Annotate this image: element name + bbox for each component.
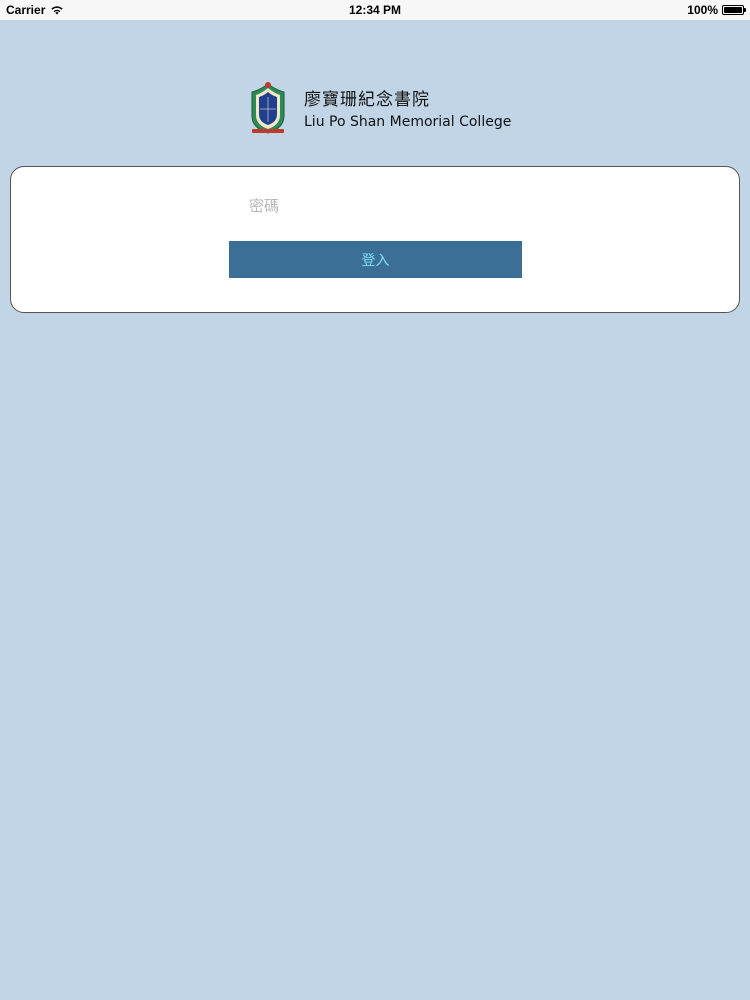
login-button[interactable]: 登入 <box>229 241 522 278</box>
password-input[interactable] <box>247 191 531 221</box>
status-bar: Carrier 12:34 PM 100% <box>0 0 750 20</box>
login-card: 登入 <box>10 166 740 313</box>
battery-percent: 100% <box>687 3 718 17</box>
school-name-english: Liu Po Shan Memorial College <box>304 114 512 130</box>
school-name-chinese: 廖寶珊紀念書院 <box>304 90 430 110</box>
status-time: 12:34 PM <box>348 3 402 17</box>
school-crest-icon <box>246 80 290 135</box>
battery-icon <box>722 5 746 15</box>
school-header: 廖寶珊紀念書院 Liu Po Shan Memorial College <box>246 80 511 135</box>
status-right: 100% <box>687 3 746 17</box>
header-text: 廖寶珊紀念書院 Liu Po Shan Memorial College <box>304 85 511 130</box>
